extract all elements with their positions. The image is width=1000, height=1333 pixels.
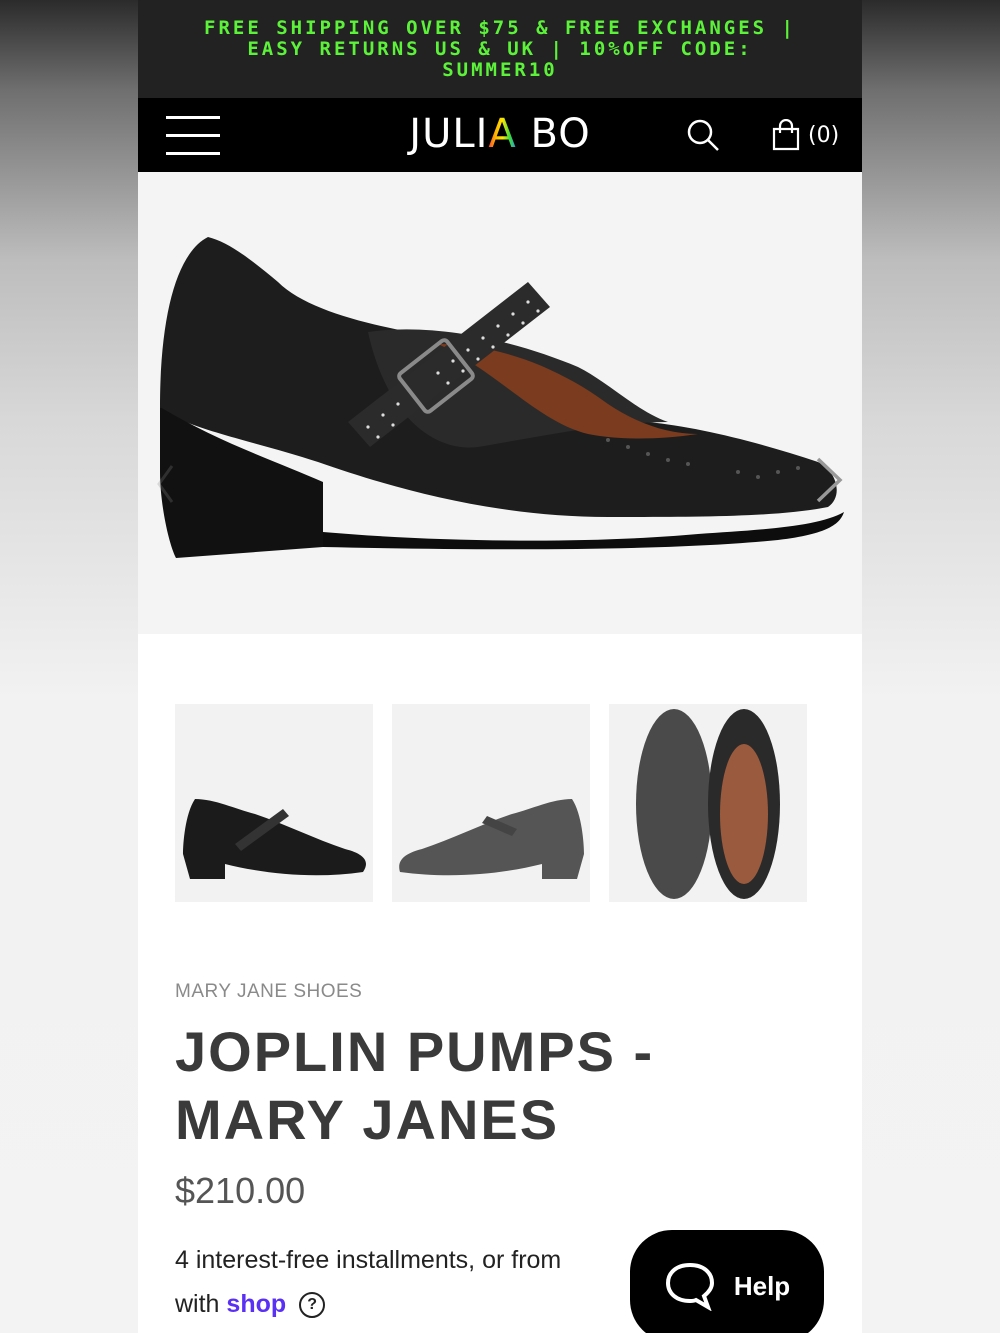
info-icon[interactable]: ?	[299, 1292, 326, 1319]
cart-count: (0)	[808, 122, 840, 148]
search-icon[interactable]	[686, 118, 720, 152]
logo-left: JULI	[409, 111, 489, 157]
page: FREE SHIPPING OVER $75 & FREE EXCHANGES …	[138, 0, 862, 1333]
thumbnail-3[interactable]	[609, 704, 807, 902]
logo-accent: A	[488, 111, 517, 157]
background-left	[0, 0, 138, 1333]
previous-image-arrow-icon[interactable]	[156, 464, 176, 504]
cart-button[interactable]: (0)	[770, 118, 839, 152]
product-price: $210.00	[175, 1170, 306, 1211]
product-category[interactable]: MARY JANE SHOES	[175, 981, 362, 1003]
with-text: with	[175, 1290, 220, 1318]
logo-right: BO	[516, 111, 591, 157]
thumbnail-2[interactable]	[392, 704, 590, 902]
promo-banner: FREE SHIPPING OVER $75 & FREE EXCHANGES …	[138, 0, 862, 98]
mary-jane-shoe-image	[160, 237, 844, 558]
thumbnail-1[interactable]	[175, 704, 373, 902]
product-main-image[interactable]	[138, 172, 862, 634]
help-chat-button[interactable]: Help	[630, 1230, 824, 1333]
shopping-bag-icon	[772, 119, 800, 151]
navbar: JULIA BO (0)	[138, 98, 862, 172]
background-right	[862, 0, 1000, 1333]
shop-pay-logo: shop	[226, 1290, 287, 1318]
chat-bubble-icon	[665, 1262, 714, 1311]
store-logo[interactable]: JULIA BO	[138, 111, 862, 157]
product-title-line-2: MARY JANES	[175, 1088, 560, 1151]
product-title: JOPLIN PUMPS - MARY JANES	[175, 1018, 795, 1154]
help-label: Help	[733, 1270, 791, 1301]
product-title-line-1: JOPLIN PUMPS -	[175, 1020, 655, 1083]
thumbnail-strip	[175, 704, 807, 902]
next-image-arrow-icon[interactable]	[814, 457, 844, 503]
promo-text: FREE SHIPPING OVER $75 & FREE EXCHANGES …	[204, 16, 796, 81]
